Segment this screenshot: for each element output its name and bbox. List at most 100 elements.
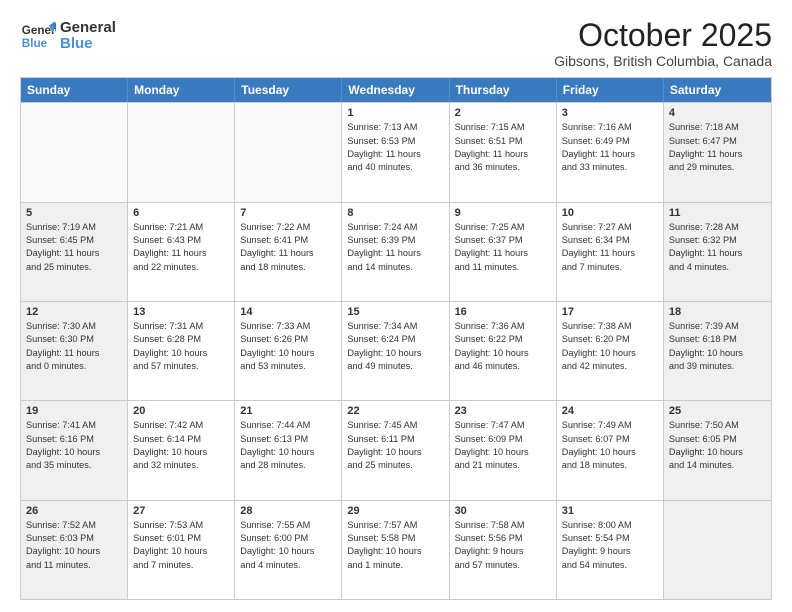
cal-cell-empty-0-2 xyxy=(235,103,342,201)
day-number: 22 xyxy=(347,405,443,417)
cal-row-3: 19Sunrise: 7:41 AM Sunset: 6:16 PM Dayli… xyxy=(21,400,771,499)
cal-cell-day-29: 29Sunrise: 7:57 AM Sunset: 5:58 PM Dayli… xyxy=(342,501,449,599)
day-number: 20 xyxy=(133,405,229,417)
cal-header-cell-monday: Monday xyxy=(128,78,235,102)
sun-info: Sunrise: 7:31 AM Sunset: 6:28 PM Dayligh… xyxy=(133,320,229,373)
cal-cell-empty-4-6 xyxy=(664,501,771,599)
day-number: 15 xyxy=(347,306,443,318)
logo-line2: Blue xyxy=(60,36,116,53)
cal-cell-day-27: 27 Sunrise: 7:53 AM Sunset: 6:01 PM Dayli… xyxy=(128,501,235,599)
sun-info: Sunrise: 7:42 AM Sunset: 6:14 PM Dayligh… xyxy=(133,419,229,472)
svg-text:Blue: Blue xyxy=(22,37,48,50)
day-number: 6 xyxy=(133,207,229,219)
day-number: 28 xyxy=(240,505,336,517)
cal-cell-day-30: 30 Sunrise: 7:58 AM Sunset: 5:56 PM Dayli… xyxy=(450,501,557,599)
day-number: 24 xyxy=(562,405,658,417)
cal-header-cell-wednesday: Wednesday xyxy=(342,78,449,102)
day-number: 23 xyxy=(455,405,551,417)
sun-info: Sunrise: 7:34 AM Sunset: 6:24 PM Dayligh… xyxy=(347,320,443,373)
day-number: 2 xyxy=(455,107,551,119)
day-number: 1 xyxy=(347,107,443,119)
cal-cell-day-19: 19Sunrise: 7:41 AM Sunset: 6:16 PM Dayli… xyxy=(21,401,128,499)
sun-info: Sunrise: 7:53 AM Sunset: 6:01 PM Dayligh… xyxy=(133,519,229,572)
sun-info: Sunrise: 7:28 AM Sunset: 6:32 PM Dayligh… xyxy=(669,221,766,274)
cal-header-cell-friday: Friday xyxy=(557,78,664,102)
cal-row-0: 1 Sunrise: 7:13 AM Sunset: 6:53 PM Daylig… xyxy=(21,102,771,201)
sun-info: Sunrise: 7:38 AM Sunset: 6:20 PM Dayligh… xyxy=(562,320,658,373)
calendar-header: SundayMondayTuesdayWednesdayThursdayFrid… xyxy=(21,78,771,102)
cal-cell-day-24: 24 Sunrise: 7:49 AM Sunset: 6:07 PM Dayli… xyxy=(557,401,664,499)
cal-cell-empty-0-0 xyxy=(21,103,128,201)
sun-info: Sunrise: 8:00 AM Sunset: 5:54 PM Dayligh… xyxy=(562,519,658,572)
sun-info: Sunrise: 7:27 AM Sunset: 6:34 PM Dayligh… xyxy=(562,221,658,274)
day-number: 3 xyxy=(562,107,658,119)
cal-row-4: 26Sunrise: 7:52 AM Sunset: 6:03 PM Dayli… xyxy=(21,500,771,599)
sun-info: Sunrise: 7:44 AM Sunset: 6:13 PM Dayligh… xyxy=(240,419,336,472)
cal-cell-day-13: 13 Sunrise: 7:31 AM Sunset: 6:28 PM Dayli… xyxy=(128,302,235,400)
cal-header-cell-saturday: Saturday xyxy=(664,78,771,102)
cal-header-cell-tuesday: Tuesday xyxy=(235,78,342,102)
logo-line1: General xyxy=(60,20,116,37)
day-number: 5 xyxy=(26,207,122,219)
sun-info: Sunrise: 7:47 AM Sunset: 6:09 PM Dayligh… xyxy=(455,419,551,472)
sun-info: Sunrise: 7:25 AM Sunset: 6:37 PM Dayligh… xyxy=(455,221,551,274)
sun-info: Sunrise: 7:39 AM Sunset: 6:18 PM Dayligh… xyxy=(669,320,766,373)
sun-info: Sunrise: 7:13 AM Sunset: 6:53 PM Dayligh… xyxy=(347,121,443,174)
sun-info: Sunrise: 7:55 AM Sunset: 6:00 PM Dayligh… xyxy=(240,519,336,572)
sun-info: Sunrise: 7:58 AM Sunset: 5:56 PM Dayligh… xyxy=(455,519,551,572)
cal-cell-day-11: 11 Sunrise: 7:28 AM Sunset: 6:32 PM Dayli… xyxy=(664,203,771,301)
day-number: 17 xyxy=(562,306,658,318)
cal-cell-empty-0-1 xyxy=(128,103,235,201)
cal-row-2: 12Sunrise: 7:30 AM Sunset: 6:30 PM Dayli… xyxy=(21,301,771,400)
calendar-body: 1 Sunrise: 7:13 AM Sunset: 6:53 PM Daylig… xyxy=(21,102,771,599)
subtitle: Gibsons, British Columbia, Canada xyxy=(554,53,772,69)
sun-info: Sunrise: 7:49 AM Sunset: 6:07 PM Dayligh… xyxy=(562,419,658,472)
cal-cell-day-12: 12Sunrise: 7:30 AM Sunset: 6:30 PM Dayli… xyxy=(21,302,128,400)
sun-info: Sunrise: 7:30 AM Sunset: 6:30 PM Dayligh… xyxy=(26,320,122,373)
cal-cell-day-5: 5Sunrise: 7:19 AM Sunset: 6:45 PM Daylig… xyxy=(21,203,128,301)
cal-cell-day-10: 10Sunrise: 7:27 AM Sunset: 6:34 PM Dayli… xyxy=(557,203,664,301)
cal-cell-day-21: 21 Sunrise: 7:44 AM Sunset: 6:13 PM Dayli… xyxy=(235,401,342,499)
sun-info: Sunrise: 7:33 AM Sunset: 6:26 PM Dayligh… xyxy=(240,320,336,373)
cal-row-1: 5Sunrise: 7:19 AM Sunset: 6:45 PM Daylig… xyxy=(21,202,771,301)
day-number: 8 xyxy=(347,207,443,219)
cal-header-cell-thursday: Thursday xyxy=(450,78,557,102)
day-number: 11 xyxy=(669,207,766,219)
cal-cell-day-26: 26Sunrise: 7:52 AM Sunset: 6:03 PM Dayli… xyxy=(21,501,128,599)
cal-cell-day-15: 15 Sunrise: 7:34 AM Sunset: 6:24 PM Dayli… xyxy=(342,302,449,400)
cal-cell-day-31: 31 Sunrise: 8:00 AM Sunset: 5:54 PM Dayli… xyxy=(557,501,664,599)
sun-info: Sunrise: 7:18 AM Sunset: 6:47 PM Dayligh… xyxy=(669,121,766,174)
day-number: 16 xyxy=(455,306,551,318)
logo: General Blue General Blue xyxy=(20,18,116,54)
day-number: 30 xyxy=(455,505,551,517)
cal-cell-day-25: 25 Sunrise: 7:50 AM Sunset: 6:05 PM Dayli… xyxy=(664,401,771,499)
day-number: 29 xyxy=(347,505,443,517)
sun-info: Sunrise: 7:50 AM Sunset: 6:05 PM Dayligh… xyxy=(669,419,766,472)
calendar: SundayMondayTuesdayWednesdayThursdayFrid… xyxy=(20,77,772,600)
cal-cell-day-3: 3 Sunrise: 7:16 AM Sunset: 6:49 PM Daylig… xyxy=(557,103,664,201)
cal-cell-day-4: 4 Sunrise: 7:18 AM Sunset: 6:47 PM Daylig… xyxy=(664,103,771,201)
sun-info: Sunrise: 7:21 AM Sunset: 6:43 PM Dayligh… xyxy=(133,221,229,274)
day-number: 25 xyxy=(669,405,766,417)
sun-info: Sunrise: 7:16 AM Sunset: 6:49 PM Dayligh… xyxy=(562,121,658,174)
cal-cell-day-1: 1 Sunrise: 7:13 AM Sunset: 6:53 PM Daylig… xyxy=(342,103,449,201)
sun-info: Sunrise: 7:52 AM Sunset: 6:03 PM Dayligh… xyxy=(26,519,122,572)
cal-cell-day-18: 18 Sunrise: 7:39 AM Sunset: 6:18 PM Dayli… xyxy=(664,302,771,400)
sun-info: Sunrise: 7:22 AM Sunset: 6:41 PM Dayligh… xyxy=(240,221,336,274)
page: General Blue General Blue October 2025 G… xyxy=(0,0,792,612)
sun-info: Sunrise: 7:36 AM Sunset: 6:22 PM Dayligh… xyxy=(455,320,551,373)
day-number: 4 xyxy=(669,107,766,119)
day-number: 18 xyxy=(669,306,766,318)
logo-text: General Blue xyxy=(60,20,116,53)
main-title: October 2025 xyxy=(554,18,772,53)
cal-cell-day-16: 16 Sunrise: 7:36 AM Sunset: 6:22 PM Dayli… xyxy=(450,302,557,400)
cal-cell-day-8: 8Sunrise: 7:24 AM Sunset: 6:39 PM Daylig… xyxy=(342,203,449,301)
cal-cell-day-14: 14Sunrise: 7:33 AM Sunset: 6:26 PM Dayli… xyxy=(235,302,342,400)
cal-cell-day-28: 28 Sunrise: 7:55 AM Sunset: 6:00 PM Dayli… xyxy=(235,501,342,599)
day-number: 21 xyxy=(240,405,336,417)
header: General Blue General Blue October 2025 G… xyxy=(20,18,772,69)
day-number: 27 xyxy=(133,505,229,517)
cal-cell-day-2: 2Sunrise: 7:15 AM Sunset: 6:51 PM Daylig… xyxy=(450,103,557,201)
day-number: 31 xyxy=(562,505,658,517)
day-number: 13 xyxy=(133,306,229,318)
